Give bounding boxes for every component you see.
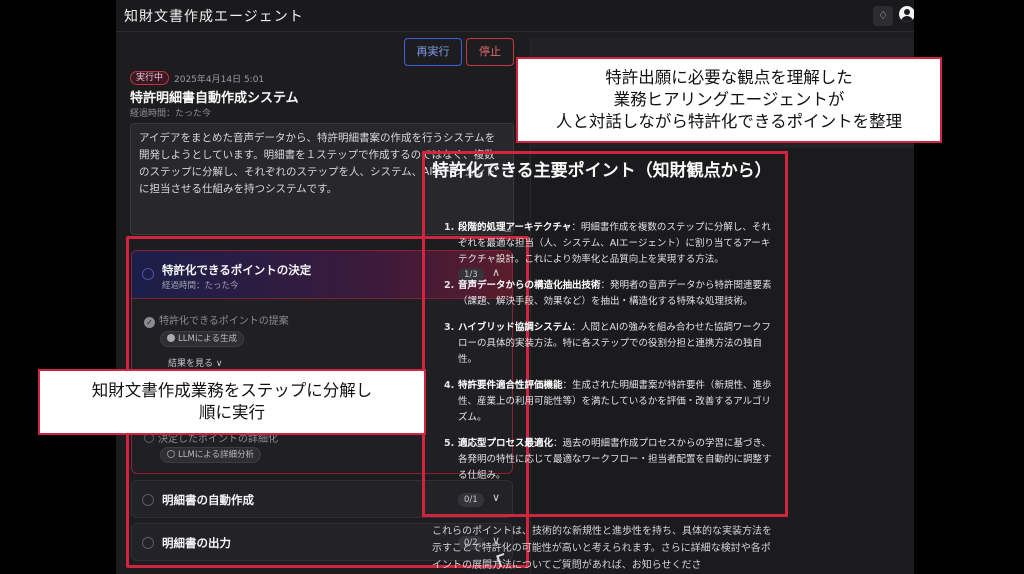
callout-text: 知財文書作成業務をステップに分解し 順に実行: [91, 381, 373, 422]
callout-steps: 知財文書作成業務をステップに分解し 順に実行: [38, 369, 426, 435]
highlight-frame-points: [422, 151, 788, 517]
bell-icon[interactable]: ♢: [873, 6, 893, 26]
callout-text: 特許出願に必要な観点を理解した 業務ヒアリングエージェントが 人と対話しながら特…: [555, 68, 903, 131]
stop-button[interactable]: 停止: [466, 38, 514, 66]
user-avatar-icon[interactable]: [899, 6, 914, 22]
job-elapsed: 経過時間：たった今: [130, 109, 212, 119]
job-timestamp: 2025年4月14日 5:01: [174, 75, 265, 85]
job-title: 特許明細書自動作成システム: [130, 91, 299, 106]
top-bar: 知財文書作成エージェント ♢: [116, 0, 914, 32]
callout-agent: 特許出願に必要な観点を理解した 業務ヒアリングエージェントが 人と対話しながら特…: [516, 57, 942, 143]
status-badge: 実行中: [130, 71, 170, 85]
summary-text: これらのポイントは、技術的な新規性と進歩性を持ち、具体的な実装方法を示すことで特…: [432, 526, 772, 571]
app-title: 知財文書作成エージェント: [124, 9, 304, 25]
rerun-button[interactable]: 再実行: [404, 38, 462, 66]
